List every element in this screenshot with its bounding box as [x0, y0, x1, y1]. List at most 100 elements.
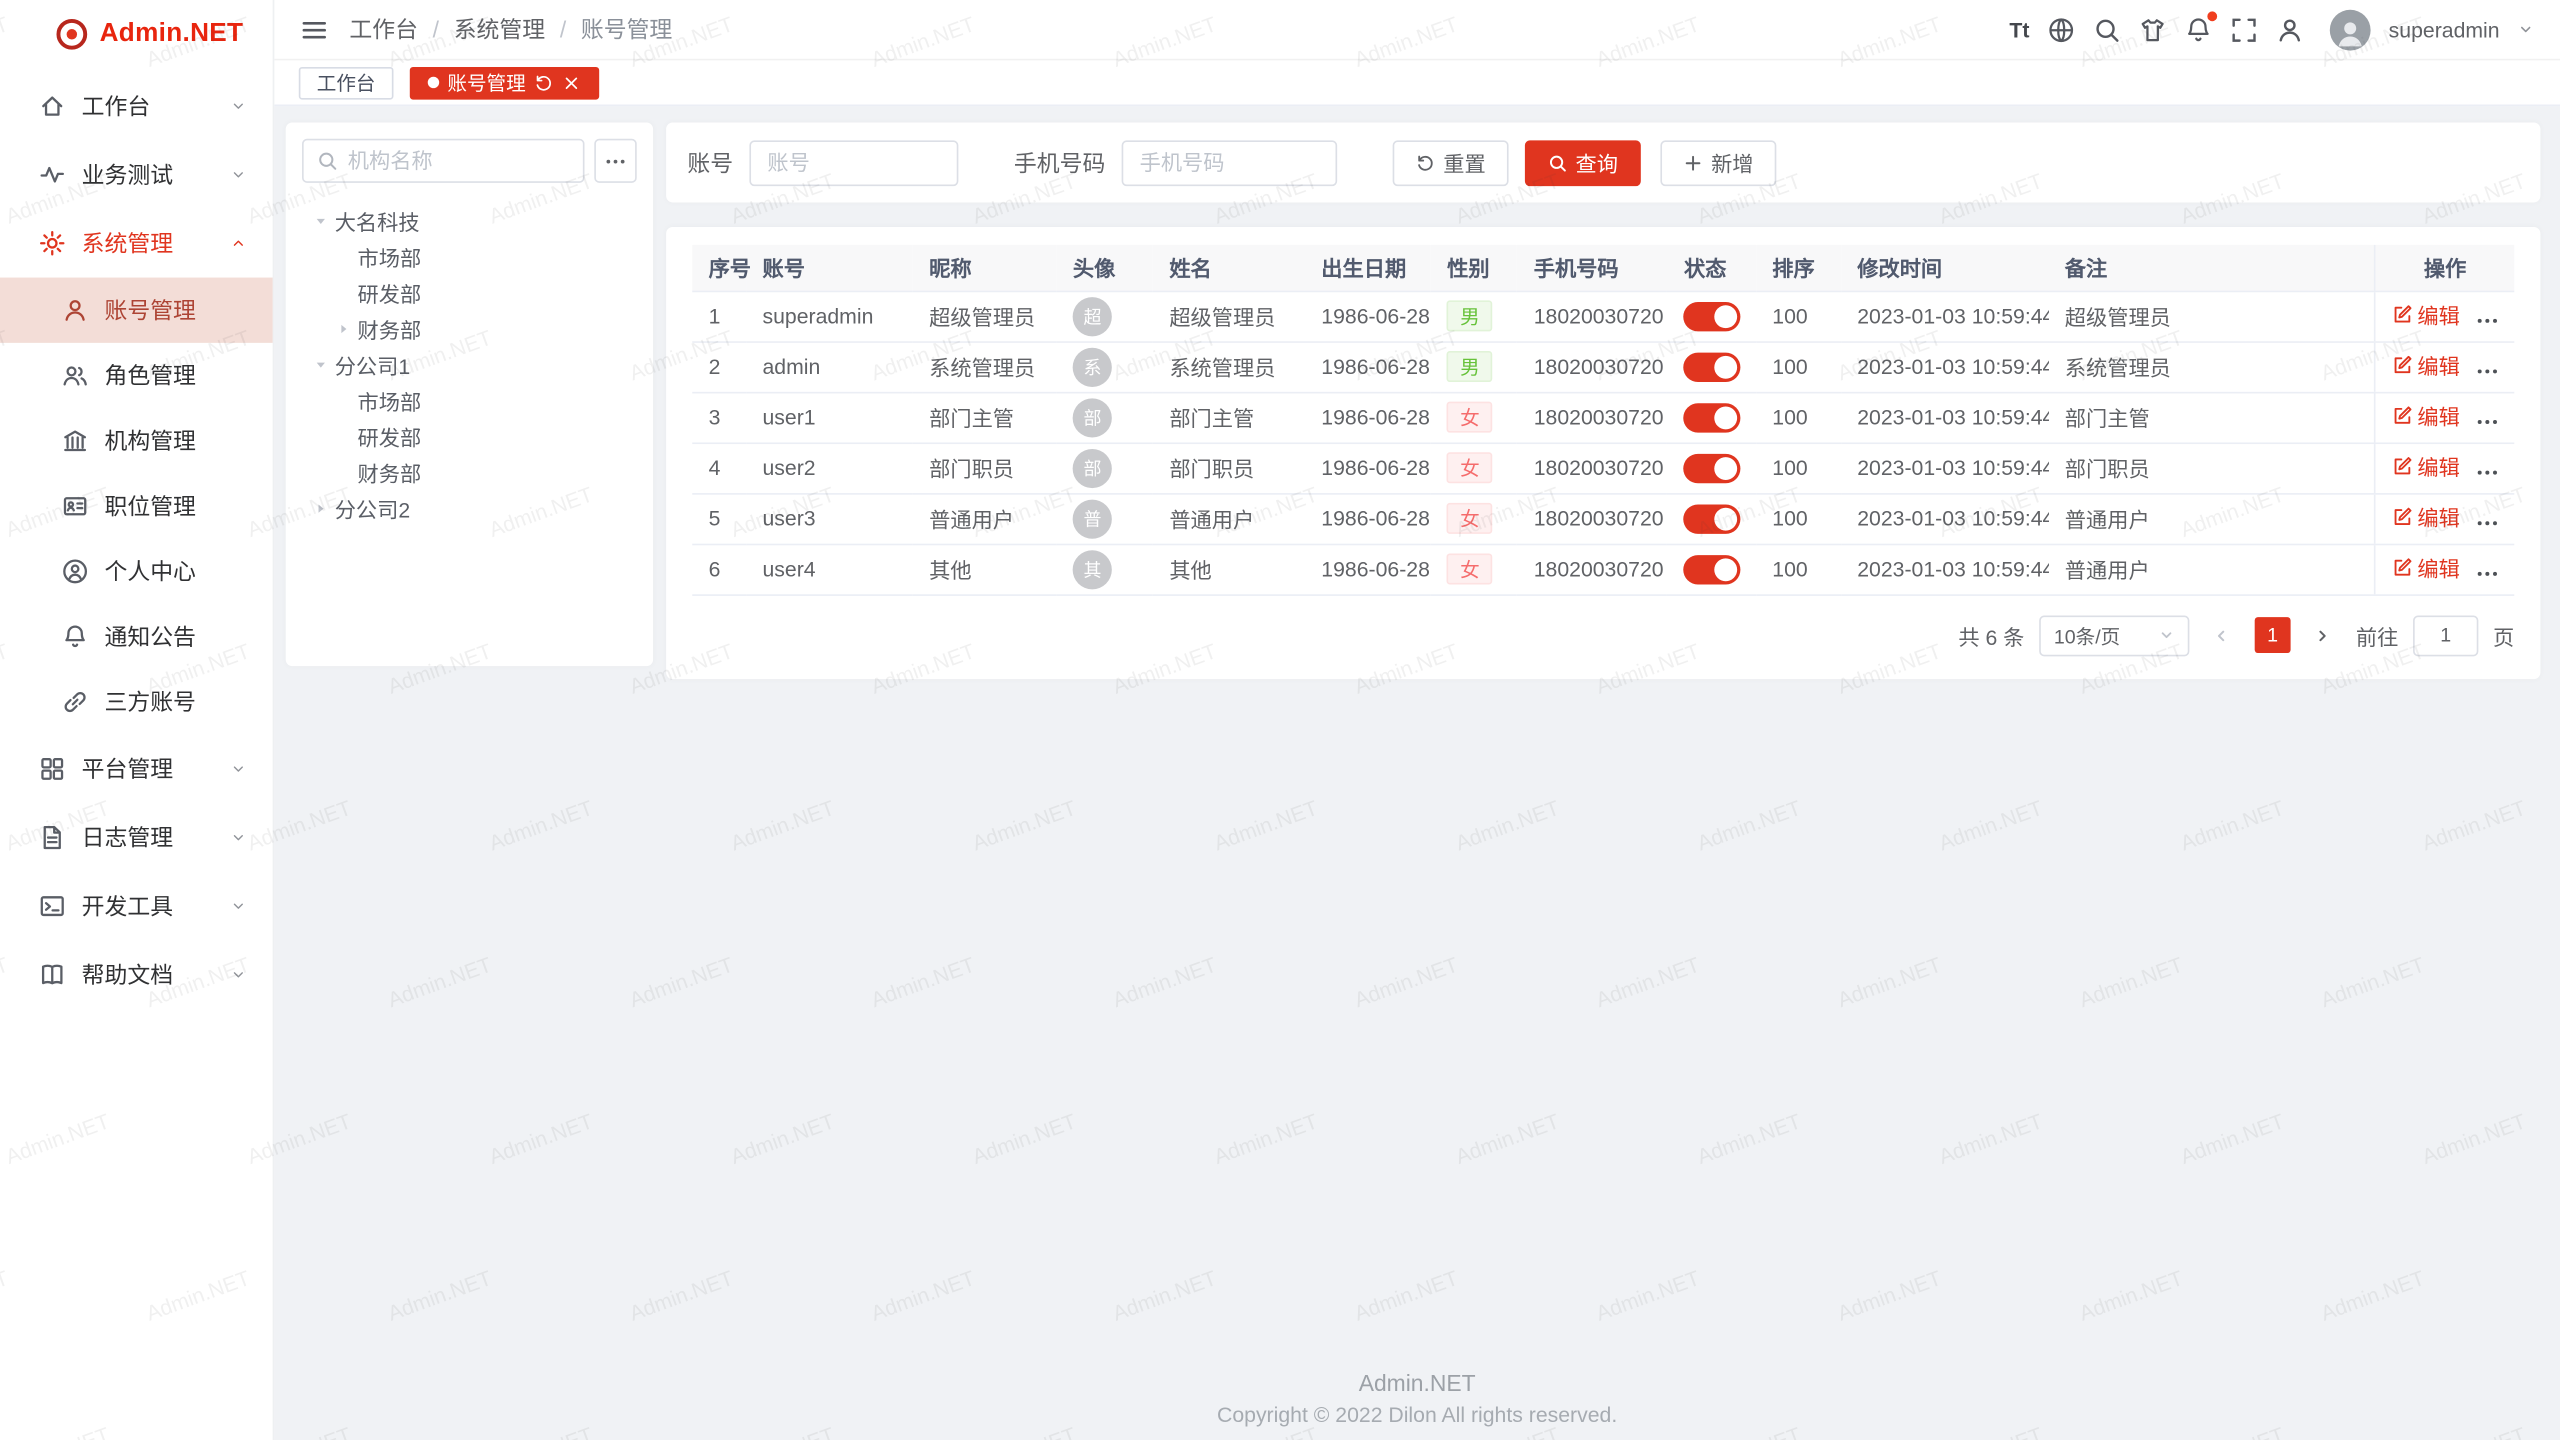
- tree-node-label: 市场部: [358, 241, 422, 272]
- tools-icon: [39, 893, 65, 919]
- status-toggle[interactable]: [1684, 301, 1741, 330]
- breadcrumb-item[interactable]: 账号管理: [581, 13, 672, 46]
- tree-node[interactable]: 大名科技: [302, 202, 637, 238]
- row-more-button[interactable]: [2475, 510, 2499, 534]
- cell-name: 普通用户: [1153, 493, 1305, 544]
- tree-node-label: 研发部: [358, 420, 422, 451]
- status-toggle[interactable]: [1684, 554, 1741, 583]
- status-toggle[interactable]: [1684, 402, 1741, 431]
- add-button[interactable]: 新增: [1660, 140, 1776, 186]
- cell-name: 其他: [1153, 544, 1305, 595]
- search-icon: [317, 150, 338, 171]
- edit-button[interactable]: 编辑: [2391, 350, 2460, 381]
- reset-button[interactable]: 重置: [1393, 140, 1509, 186]
- row-more-button[interactable]: [2475, 460, 2499, 484]
- table-header: 序号账号昵称头像姓名出生日期性别手机号码状态排序修改时间备注操作: [692, 245, 2514, 291]
- cell-nickname: 其他: [913, 544, 1057, 595]
- table-header-row: 序号账号昵称头像姓名出生日期性别手机号码状态排序修改时间备注操作: [692, 245, 2514, 291]
- tree-caret-icon[interactable]: [309, 209, 332, 232]
- sidebar-item-role-manage[interactable]: 角色管理: [0, 343, 273, 408]
- search-button[interactable]: 查询: [1525, 140, 1641, 186]
- tree-caret-icon[interactable]: [309, 496, 332, 519]
- row-more-button[interactable]: [2475, 409, 2499, 433]
- page-number[interactable]: 1: [2255, 617, 2291, 653]
- sidebar-item-third-account[interactable]: 三方账号: [0, 669, 273, 734]
- sidebar-item-org-manage[interactable]: 机构管理: [0, 408, 273, 473]
- org-tree-toolbar: [302, 139, 637, 183]
- edit-button[interactable]: 编辑: [2391, 553, 2460, 584]
- sidebar-item-business-test[interactable]: 业务测试: [0, 140, 273, 209]
- fullscreen-icon[interactable]: [2230, 16, 2258, 44]
- sidebar-item-workbench[interactable]: 工作台: [0, 72, 273, 141]
- theme-icon[interactable]: [2139, 16, 2167, 44]
- row-more-button[interactable]: [2475, 561, 2499, 585]
- bell-icon[interactable]: [2185, 16, 2213, 44]
- org-more-button[interactable]: [594, 139, 636, 183]
- sidebar-item-help-docs[interactable]: 帮助文档: [0, 940, 273, 1009]
- user-avatar[interactable]: [2330, 9, 2371, 50]
- hamburger-icon[interactable]: [300, 16, 328, 44]
- edit-icon: [2391, 456, 2412, 477]
- cell-avatar: 普: [1057, 493, 1153, 544]
- sidebar-item-position-manage[interactable]: 职位管理: [0, 473, 273, 538]
- phone-input[interactable]: [1122, 140, 1338, 186]
- next-page-button[interactable]: [2305, 617, 2341, 653]
- prev-page-button[interactable]: [2204, 617, 2240, 653]
- page-size-select[interactable]: 10条/页: [2039, 615, 2189, 656]
- font-size-icon[interactable]: Tt: [2009, 16, 2029, 44]
- sidebar-item-personal-center[interactable]: 个人中心: [0, 539, 273, 604]
- sidebar-item-platform-manage[interactable]: 平台管理: [0, 735, 273, 804]
- row-more-button[interactable]: [2475, 308, 2499, 332]
- sidebar-item-notice[interactable]: 通知公告: [0, 604, 273, 669]
- sidebar-item-label: 业务测试: [82, 158, 173, 191]
- status-toggle[interactable]: [1684, 453, 1741, 482]
- test-icon: [39, 162, 65, 188]
- avatar: 超: [1073, 296, 1112, 335]
- footer: Admin.NET Copyright © 2022 Dilon All rig…: [274, 1370, 2560, 1427]
- cell-modified: 2023-01-03 10:59:44: [1841, 493, 2049, 544]
- gender-tag: 男: [1447, 300, 1493, 331]
- edit-button[interactable]: 编辑: [2391, 300, 2460, 331]
- row-more-button[interactable]: [2475, 358, 2499, 382]
- tree-node[interactable]: 市场部: [302, 382, 637, 418]
- sidebar-item-dev-tools[interactable]: 开发工具: [0, 872, 273, 941]
- edit-button[interactable]: 编辑: [2391, 451, 2460, 482]
- globe-icon[interactable]: [2047, 16, 2075, 44]
- logo[interactable]: Admin.NET: [0, 0, 273, 69]
- tree-node[interactable]: 分公司1: [302, 346, 637, 382]
- tree-node[interactable]: 分公司2: [302, 490, 637, 526]
- cell-avatar: 部: [1057, 392, 1153, 443]
- tree-caret-icon[interactable]: [331, 317, 354, 340]
- tab-close-icon[interactable]: [562, 73, 582, 93]
- tree-node[interactable]: 研发部: [302, 274, 637, 310]
- goto-page-input[interactable]: [2413, 615, 2478, 656]
- tab-1[interactable]: 工作台: [299, 66, 394, 99]
- cell-status: [1668, 291, 1756, 342]
- username[interactable]: superadmin: [2389, 17, 2500, 41]
- tab-refresh-icon[interactable]: [534, 73, 554, 93]
- tree-node[interactable]: 市场部: [302, 238, 637, 274]
- edit-button[interactable]: 编辑: [2391, 502, 2460, 533]
- status-toggle[interactable]: [1684, 352, 1741, 381]
- sidebar-item-system-manage[interactable]: 系统管理: [0, 209, 273, 278]
- column-header-status: 状态: [1668, 245, 1756, 291]
- tree-node[interactable]: 财务部: [302, 310, 637, 346]
- sidebar-item-log-manage[interactable]: 日志管理: [0, 803, 273, 872]
- search-icon[interactable]: [2093, 16, 2121, 44]
- tab-2[interactable]: 账号管理: [410, 66, 599, 99]
- tree-node[interactable]: 财务部: [302, 454, 637, 490]
- edit-button[interactable]: 编辑: [2391, 401, 2460, 432]
- user-settings-icon[interactable]: [2276, 16, 2304, 44]
- breadcrumb-item[interactable]: 工作台: [349, 13, 418, 46]
- column-header-avatar: 头像: [1057, 245, 1153, 291]
- account-input[interactable]: [749, 140, 958, 186]
- sidebar-item-account-manage[interactable]: 账号管理: [0, 278, 273, 343]
- status-toggle[interactable]: [1684, 504, 1741, 533]
- tree-node[interactable]: 研发部: [302, 418, 637, 454]
- column-header-ops: 操作: [2375, 245, 2514, 291]
- cell-phone: 18020030720: [1517, 544, 1667, 595]
- org-search-input[interactable]: [348, 149, 570, 173]
- sidebar-item-label: 角色管理: [104, 359, 195, 392]
- breadcrumb-item[interactable]: 系统管理: [454, 13, 545, 46]
- tree-caret-icon[interactable]: [309, 353, 332, 376]
